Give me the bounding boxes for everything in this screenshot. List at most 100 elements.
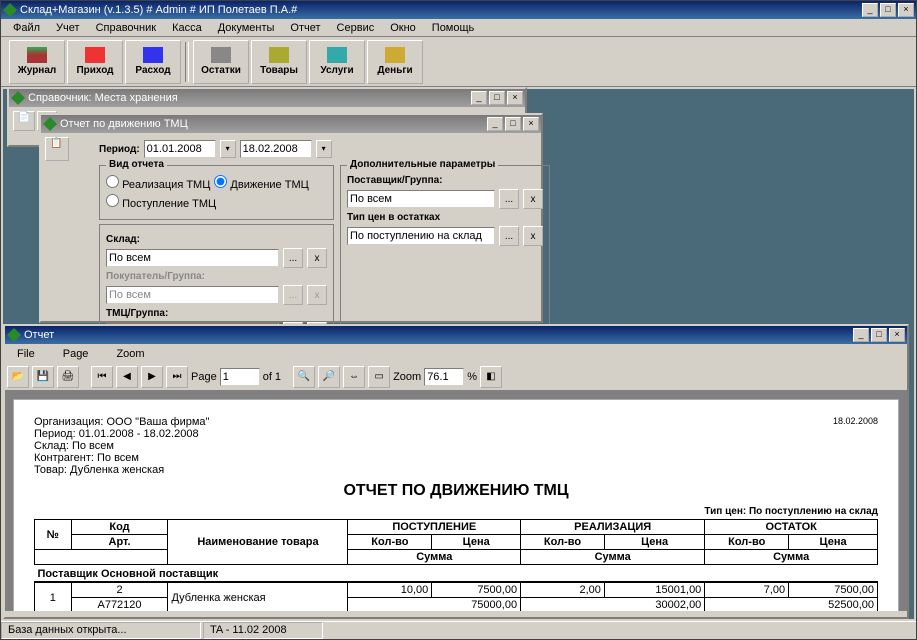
menu-справочник[interactable]: Справочник [88, 20, 165, 36]
date-from-input[interactable] [144, 140, 216, 158]
fit-page-icon[interactable]: ▭ [368, 366, 390, 388]
minimize-button[interactable]: _ [862, 3, 878, 17]
toolbar-button[interactable]: 📄 [13, 111, 35, 131]
main-title: Склад+Магазин (v.1.3.5) # Admin # ИП Пол… [20, 4, 862, 16]
date-from-dropdown[interactable]: ▾ [220, 140, 236, 158]
status-db: База данных открыта... [1, 622, 201, 639]
col-rest: ОСТАТОК [705, 520, 878, 535]
zoom-label: Zoom [393, 371, 421, 383]
sklad-label: Склад: [106, 234, 140, 245]
close-button[interactable]: × [507, 91, 523, 105]
toolbar-out[interactable]: Расход [125, 40, 181, 84]
pricetype-browse-button[interactable]: ... [499, 226, 519, 246]
toolbar-services[interactable]: Услуги [309, 40, 365, 84]
menu-помощь[interactable]: Помощь [424, 20, 483, 36]
supplier-browse-button[interactable]: ... [499, 189, 519, 209]
prev-page-icon[interactable]: ◀ [116, 366, 138, 388]
report-viewer-titlebar[interactable]: Отчет _ □ × [5, 326, 907, 344]
buyer-input [106, 286, 279, 304]
page-total: of 1 [263, 371, 281, 383]
minimize-button[interactable]: _ [853, 328, 869, 342]
report-form-title: Отчет по движению ТМЦ [60, 118, 487, 130]
open-icon[interactable]: 📂 [7, 366, 29, 388]
report-page: 18.02.2008 Организация: ООО "Ваша фирма"… [13, 399, 899, 611]
viewer-menu-zoom[interactable]: Zoom [108, 346, 152, 362]
sklad-clear-button[interactable]: x [307, 248, 327, 268]
report-viewer-title: Отчет [24, 329, 853, 341]
report-scroll-area[interactable]: 18.02.2008 Организация: ООО "Ваша фирма"… [5, 391, 907, 611]
fit-width-icon[interactable]: ⇔ [343, 366, 365, 388]
extra-params-legend: Дополнительные параметры [347, 159, 498, 170]
supplier-clear-button[interactable]: x [523, 189, 543, 209]
menu-документы[interactable]: Документы [210, 20, 283, 36]
menu-окно[interactable]: Окно [382, 20, 424, 36]
radio-realization[interactable]: Реализация ТМЦ [106, 175, 210, 191]
goods-icon [269, 47, 289, 63]
maximize-button[interactable]: □ [505, 117, 521, 131]
window-icon [43, 117, 57, 131]
buyer-clear-button: x [307, 285, 327, 305]
menu-касса[interactable]: Касса [164, 20, 210, 36]
first-page-icon[interactable]: ⏮ [91, 366, 113, 388]
minimize-button[interactable]: _ [487, 117, 503, 131]
viewer-toolbar: 📂 💾 🖨 ⏮ ◀ ▶ ⏭ Page of 1 🔍 🔎 ⇔ ▭ Zoom % [5, 364, 907, 391]
money-icon [385, 47, 405, 63]
pricetype-clear-button[interactable]: x [523, 226, 543, 246]
report-tovar: Товар: Дубленка женская [34, 464, 878, 476]
toolbar-money[interactable]: Деньги [367, 40, 423, 84]
page-input[interactable] [220, 368, 260, 386]
date-to-dropdown[interactable]: ▾ [316, 140, 332, 158]
supplier-input[interactable] [347, 190, 495, 208]
maximize-button[interactable]: □ [871, 328, 887, 342]
last-page-icon[interactable]: ⏭ [166, 366, 188, 388]
sklad-browse-button[interactable]: ... [283, 248, 303, 268]
radio-income[interactable]: Поступление ТМЦ [106, 194, 216, 210]
print-icon[interactable]: 🖨 [57, 366, 79, 388]
report-title: ОТЧЕТ ПО ДВИЖЕНИЮ ТМЦ [34, 482, 878, 500]
toolbar-stock[interactable]: Остатки [193, 40, 249, 84]
report-form-titlebar[interactable]: Отчет по движению ТМЦ _ □ × [41, 115, 541, 133]
toolbar-journal[interactable]: Журнал [9, 40, 65, 84]
viewer-menu-file[interactable]: File [9, 346, 43, 362]
statusbar: База данных открыта... TA - 11.02 2008 [1, 621, 916, 639]
close-button[interactable]: × [898, 3, 914, 17]
window-icon [11, 91, 25, 105]
save-icon[interactable]: 💾 [32, 366, 54, 388]
mdi-area: Справочник: Места хранения _ □ × 📄 ✎ Отч… [3, 89, 914, 619]
run-report-button[interactable]: 📋 [45, 137, 69, 161]
maximize-button[interactable]: □ [489, 91, 505, 105]
main-titlebar: Склад+Магазин (v.1.3.5) # Admin # ИП Пол… [1, 1, 916, 19]
menu-учет[interactable]: Учет [48, 20, 88, 36]
close-button[interactable]: × [889, 328, 905, 342]
supplier-label: Поставщик/Группа: [347, 175, 443, 186]
col-no: № [35, 520, 72, 550]
next-page-icon[interactable]: ▶ [141, 366, 163, 388]
col-name: Наименование товара [168, 520, 348, 565]
maximize-button[interactable]: □ [880, 3, 896, 17]
export-icon[interactable]: ◧ [480, 366, 502, 388]
toolbar-goods[interactable]: Товары [251, 40, 307, 84]
col-sale: РЕАЛИЗАЦИЯ [521, 520, 705, 535]
main-window: Склад+Магазин (v.1.3.5) # Admin # ИП Пол… [0, 0, 917, 640]
zoom-input[interactable] [424, 368, 464, 386]
date-to-input[interactable] [240, 140, 312, 158]
viewer-menu-page[interactable]: Page [55, 346, 97, 362]
radio-movement[interactable]: Движение ТМЦ [214, 175, 308, 191]
window-icon [7, 328, 21, 342]
menu-файл[interactable]: Файл [5, 20, 48, 36]
sklad-input[interactable] [106, 249, 279, 267]
spravochnik-titlebar[interactable]: Справочник: Места хранения _ □ × [9, 89, 525, 107]
in-icon [85, 47, 105, 63]
toolbar-in[interactable]: Приход [67, 40, 123, 84]
minimize-button[interactable]: _ [471, 91, 487, 105]
page-label: Page [191, 371, 217, 383]
pricetype-input[interactable] [347, 227, 495, 245]
report-org: Организация: ООО "Ваша фирма" [34, 416, 878, 428]
zoom-out-icon[interactable]: 🔎 [318, 366, 340, 388]
period-label: Период: [99, 144, 140, 155]
close-button[interactable]: × [523, 117, 539, 131]
viewer-menubar: File Page Zoom [5, 344, 907, 364]
zoom-in-icon[interactable]: 🔍 [293, 366, 315, 388]
menu-отчет[interactable]: Отчет [282, 20, 328, 36]
menu-сервис[interactable]: Сервис [329, 20, 383, 36]
